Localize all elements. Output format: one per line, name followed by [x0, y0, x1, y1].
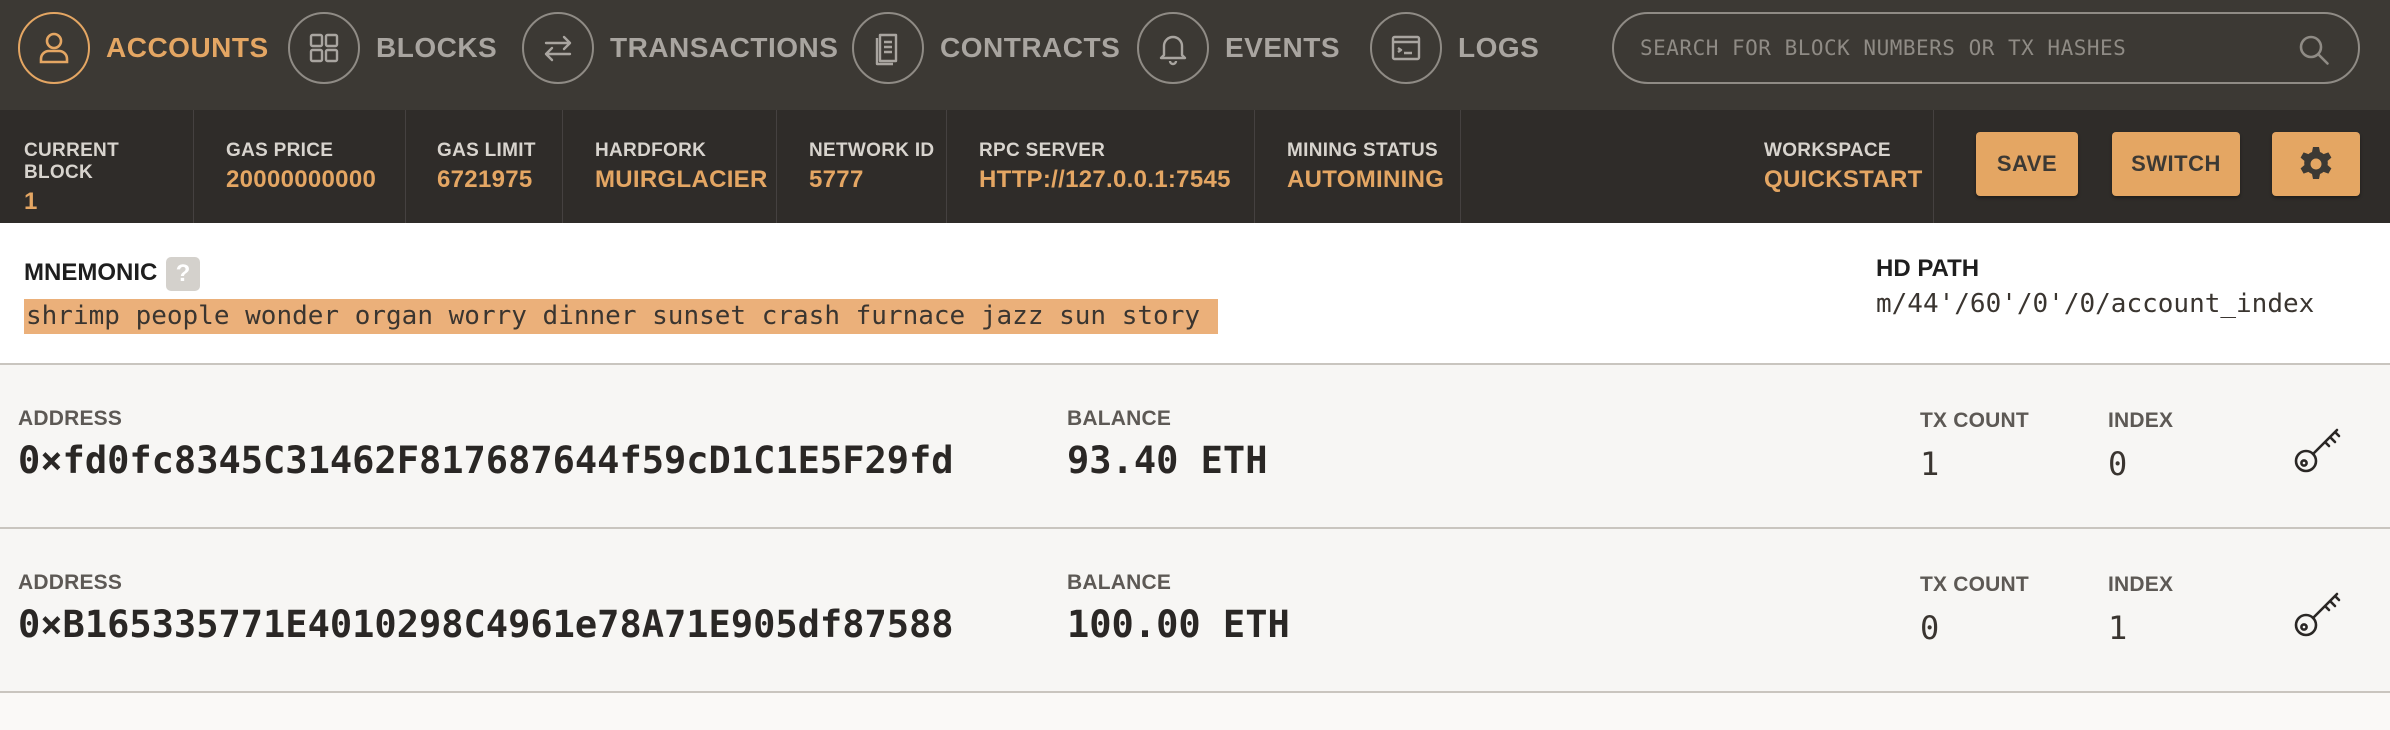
- network-id-label: NETWORK ID: [809, 140, 935, 161]
- tx-count-value: 1: [1920, 445, 1940, 483]
- help-icon[interactable]: ?: [166, 257, 200, 291]
- stat-hardfork: HARDFORK MUIRGLACIER: [571, 110, 777, 223]
- stat-current-block: CURRENT BLOCK 1: [0, 110, 194, 223]
- address-label: ADDRESS: [18, 571, 123, 594]
- switch-button[interactable]: SWITCH: [2112, 132, 2240, 196]
- mnemonic-phrase: shrimp people wonder organ worry dinner …: [24, 299, 1218, 334]
- stat-workspace: WORKSPACE QUICKSTART: [1740, 110, 1934, 223]
- nav-blocks[interactable]: BLOCKS: [288, 0, 497, 96]
- tx-count-label: TX COUNT: [1920, 573, 2029, 596]
- gas-price-label: GAS PRICE: [226, 140, 334, 161]
- nav-events-label: EVENTS: [1225, 32, 1341, 63]
- swap-arrows-icon: [522, 12, 594, 84]
- status-bar: CURRENT BLOCK 1 GAS PRICE 20000000000 GA…: [0, 110, 2390, 223]
- stat-network-id: NETWORK ID 5777: [785, 110, 947, 223]
- search-input[interactable]: [1638, 18, 2278, 78]
- bell-icon: [1137, 12, 1209, 84]
- nav-logs[interactable]: LOGS: [1370, 0, 1539, 96]
- balance-label: BALANCE: [1067, 407, 1172, 430]
- nav-accounts[interactable]: ACCOUNTS: [18, 0, 269, 96]
- account-address: 0×B165335771E4010298C4961e78A71E905df875…: [18, 603, 954, 646]
- gas-limit-value: 6721975: [437, 166, 533, 193]
- mining-status-label: MINING STATUS: [1287, 140, 1438, 161]
- index-label: INDEX: [2108, 573, 2174, 596]
- address-label: ADDRESS: [18, 407, 123, 430]
- mining-status-value: AUTOMINING: [1287, 166, 1445, 193]
- settings-button[interactable]: [2272, 132, 2360, 196]
- nav-transactions[interactable]: TRANSACTIONS: [522, 0, 838, 96]
- stat-gas-price: GAS PRICE 20000000000: [202, 110, 406, 223]
- workspace-label: WORKSPACE: [1764, 140, 1891, 161]
- hardfork-value: MUIRGLACIER: [595, 166, 768, 193]
- account-address: 0×fd0fc8345C31462F817687644f59cD1C1E5F29…: [18, 439, 954, 482]
- hd-path-label: HD PATH: [1876, 255, 1980, 282]
- account-balance: 100.00 ETH: [1067, 603, 1290, 646]
- nav-accounts-label: ACCOUNTS: [106, 32, 269, 63]
- mnemonic-label: MNEMONIC: [24, 259, 158, 286]
- top-navigation-bar: ACCOUNTS BLOCKS TRANSACTIONS CONTRACTS E…: [0, 0, 2390, 110]
- index-label: INDEX: [2108, 409, 2174, 432]
- stat-gas-limit: GAS LIMIT 6721975: [413, 110, 563, 223]
- key-icon[interactable]: [2290, 585, 2346, 641]
- hd-path-value: m/44'/60'/0'/0/account_index: [1876, 289, 2315, 319]
- nav-blocks-label: BLOCKS: [376, 32, 498, 63]
- stat-rpc-server: RPC SERVER HTTP://127.0.0.1:7545: [955, 110, 1255, 223]
- account-balance: 93.40 ETH: [1067, 439, 1268, 482]
- search-icon[interactable]: [2296, 32, 2332, 68]
- hardfork-label: HARDFORK: [595, 140, 707, 161]
- stat-mining-status: MINING STATUS AUTOMINING: [1263, 110, 1461, 223]
- balance-label: BALANCE: [1067, 571, 1172, 594]
- rpc-server-value: HTTP://127.0.0.1:7545: [979, 166, 1231, 193]
- search-box: [1612, 12, 2360, 84]
- nav-transactions-label: TRANSACTIONS: [610, 32, 839, 63]
- index-value: 1: [2108, 609, 2128, 647]
- save-button[interactable]: SAVE: [1976, 132, 2078, 196]
- nav-events[interactable]: EVENTS: [1137, 0, 1340, 96]
- current-block-value: 1: [24, 188, 38, 215]
- key-icon[interactable]: [2290, 421, 2346, 477]
- network-id-value: 5777: [809, 166, 864, 193]
- account-row[interactable]: ADDRESS 0×B165335771E4010298C4961e78A71E…: [0, 529, 2390, 693]
- index-value: 0: [2108, 445, 2128, 483]
- grid-icon: [288, 12, 360, 84]
- gas-limit-label: GAS LIMIT: [437, 140, 536, 161]
- workspace-value: QUICKSTART: [1764, 166, 1923, 193]
- person-icon: [18, 12, 90, 84]
- gas-price-value: 20000000000: [226, 166, 377, 193]
- rpc-server-label: RPC SERVER: [979, 140, 1106, 161]
- nav-contracts[interactable]: CONTRACTS: [852, 0, 1120, 96]
- tx-count-value: 0: [1920, 609, 1940, 647]
- tx-count-label: TX COUNT: [1920, 409, 2029, 432]
- terminal-window-icon: [1370, 12, 1442, 84]
- document-icon: [852, 12, 924, 84]
- mnemonic-section: MNEMONIC ? shrimp people wonder organ wo…: [0, 223, 2390, 365]
- current-block-label: CURRENT BLOCK: [24, 140, 119, 183]
- gear-icon: [2300, 147, 2332, 179]
- nav-contracts-label: CONTRACTS: [940, 32, 1121, 63]
- account-row[interactable]: ADDRESS 0×fd0fc8345C31462F817687644f59cD…: [0, 365, 2390, 529]
- nav-logs-label: LOGS: [1458, 32, 1540, 63]
